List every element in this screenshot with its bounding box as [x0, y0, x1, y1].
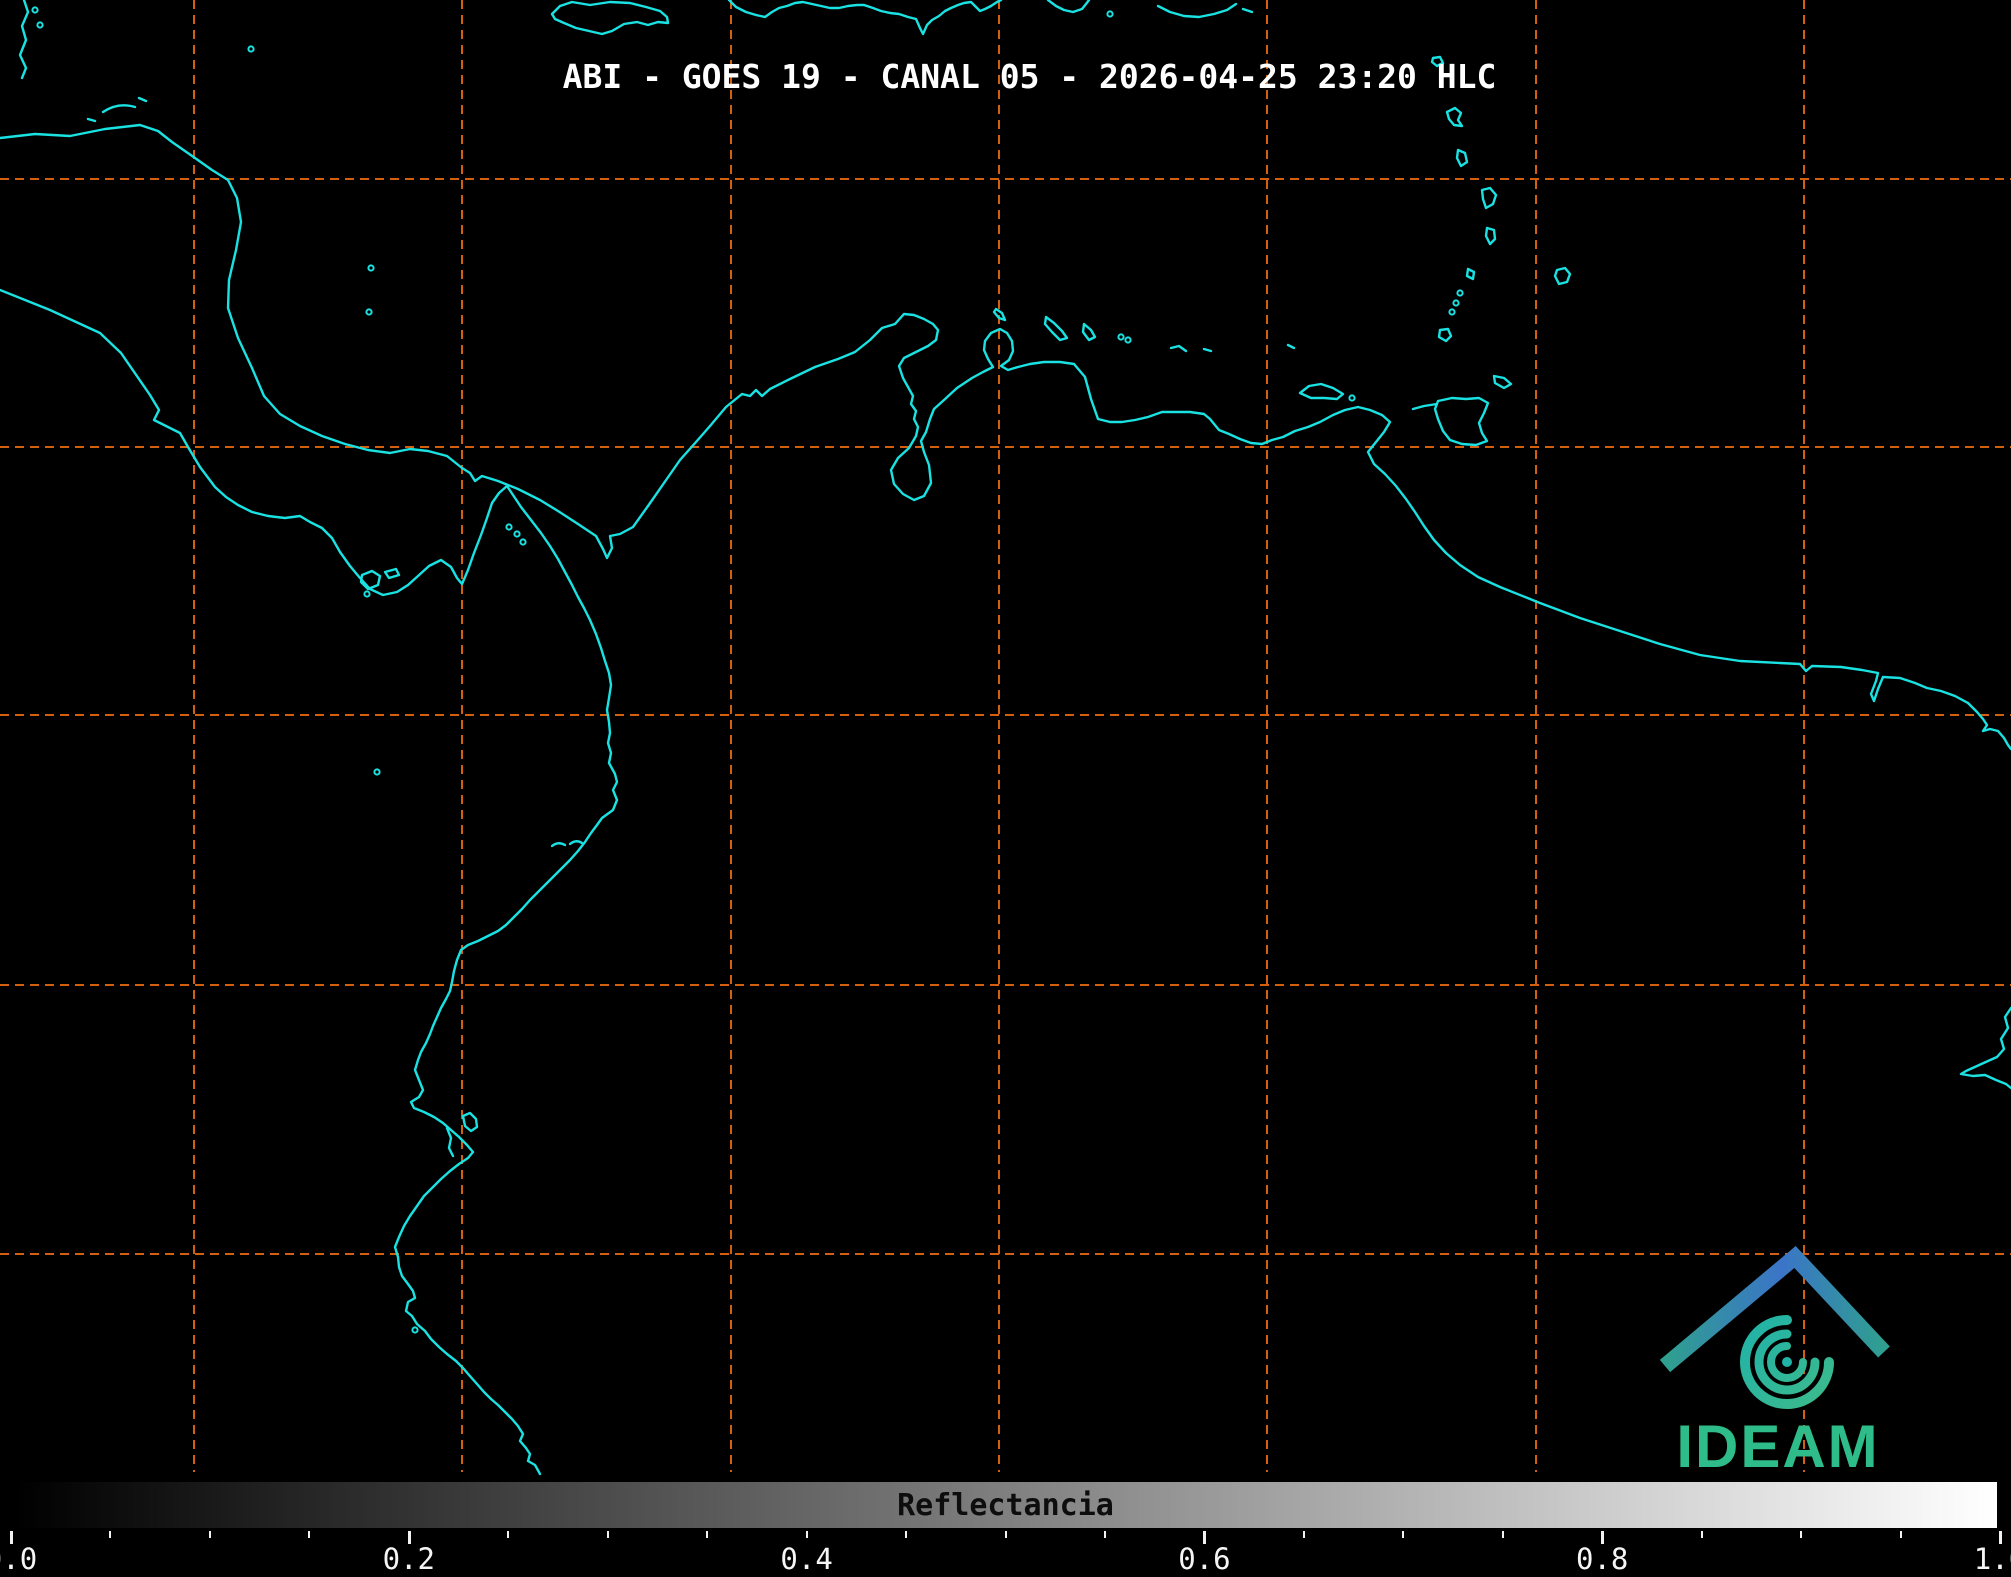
colorbar-minor-tick [507, 1531, 509, 1538]
colorbar-minor-tick [1303, 1531, 1305, 1538]
ideam-logo: IDEAM [0, 0, 2011, 1577]
colorbar-minor-tick [607, 1531, 609, 1538]
colorbar-tick-label: 0.0 [0, 1542, 37, 1576]
satellite-image-canvas: ABI - GOES 19 - CANAL 05 - 2026-04-25 23… [0, 0, 2011, 1577]
colorbar-tick-label: 0.4 [780, 1542, 832, 1576]
colorbar-minor-tick [1701, 1531, 1703, 1538]
colorbar-minor-tick [1005, 1531, 1007, 1538]
colorbar-minor-tick [109, 1531, 111, 1538]
colorbar-minor-tick [209, 1531, 211, 1538]
colorbar-minor-tick [1402, 1531, 1404, 1538]
colorbar-minor-tick [1900, 1531, 1902, 1538]
colorbar-minor-tick [806, 1531, 808, 1538]
colorbar-minor-tick [308, 1531, 310, 1538]
colorbar-tick-label: 0.6 [1178, 1542, 1230, 1576]
logo-hurricane-swirl-icon [1745, 1320, 1829, 1404]
colorbar-minor-tick [706, 1531, 708, 1538]
colorbar-minor-tick [1502, 1531, 1504, 1538]
logo-wordmark: IDEAM [1676, 1413, 1879, 1480]
colorbar-tick-label: 0.2 [383, 1542, 435, 1576]
colorbar-tick-label: 1.0 [1974, 1542, 2011, 1576]
colorbar-title: Reflectancia [897, 1488, 1114, 1523]
colorbar-minor-tick [1104, 1531, 1106, 1538]
colorbar-minor-tick [1800, 1531, 1802, 1538]
colorbar-minor-tick [905, 1531, 907, 1538]
colorbar-tick-label: 0.8 [1576, 1542, 1628, 1576]
